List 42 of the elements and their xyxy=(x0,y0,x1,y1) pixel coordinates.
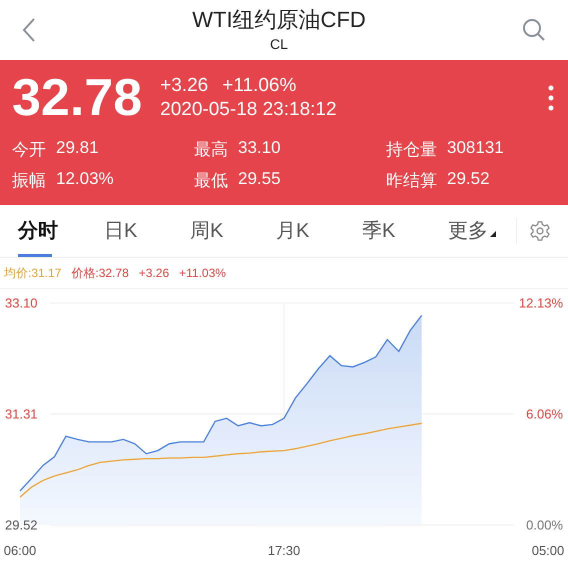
stat-value: 29.55 xyxy=(238,169,281,190)
period-tab[interactable]: 日K xyxy=(96,205,182,257)
period-tab[interactable]: 月K xyxy=(268,205,354,257)
price-change: +3.26 xyxy=(160,74,208,98)
page-title: WTI纽约原油CFD xyxy=(192,6,366,34)
stat-value: 12.03% xyxy=(56,169,114,190)
legend-text: +3.26 xyxy=(138,266,170,280)
search-icon[interactable] xyxy=(522,18,546,42)
axis-label: 06:00 xyxy=(4,543,36,558)
stat-value: 33.10 xyxy=(238,138,281,159)
more-icon[interactable] xyxy=(548,85,554,111)
axis-label: 0.00% xyxy=(526,518,563,532)
period-tab[interactable]: 分时 xyxy=(10,205,96,257)
period-tab[interactable]: 更多 xyxy=(440,205,526,257)
stat-label: 持仓量 xyxy=(386,139,437,161)
back-icon[interactable] xyxy=(22,17,36,43)
axis-label: 31.31 xyxy=(5,406,38,422)
stat-label: 今开 xyxy=(12,139,46,161)
axis-label: 05:00 xyxy=(532,543,564,558)
symbol-code: CL xyxy=(269,35,289,54)
axis-label: 6.06% xyxy=(526,406,563,422)
period-tab[interactable]: 周K xyxy=(182,205,268,257)
stat-label: 振幅 xyxy=(12,170,46,192)
stat-value: 29.81 xyxy=(56,138,99,159)
stat-label: 昨结算 xyxy=(386,170,437,192)
settings-icon[interactable] xyxy=(529,220,551,242)
axis-label: 33.10 xyxy=(5,296,38,310)
quote-time: 2020-05-18 23:18:12 xyxy=(160,98,337,122)
stat-value: 29.52 xyxy=(447,169,490,190)
stat-label: 最低 xyxy=(194,170,228,192)
caret-icon xyxy=(490,231,496,237)
legend-text: 均价:31.17 xyxy=(4,264,62,282)
stat-label: 最高 xyxy=(194,139,228,161)
axis-label: 12.13% xyxy=(518,296,563,310)
legend-text: +11.03% xyxy=(179,266,226,280)
stat-value: 308131 xyxy=(447,138,504,159)
period-tab[interactable]: 季K xyxy=(354,205,440,257)
last-price: 32.78 xyxy=(12,68,142,128)
legend-text: 价格:32.78 xyxy=(71,264,129,282)
axis-label: 29.52 xyxy=(5,518,38,532)
percent-change: +11.06% xyxy=(222,74,296,98)
axis-label: 17:30 xyxy=(268,543,300,558)
